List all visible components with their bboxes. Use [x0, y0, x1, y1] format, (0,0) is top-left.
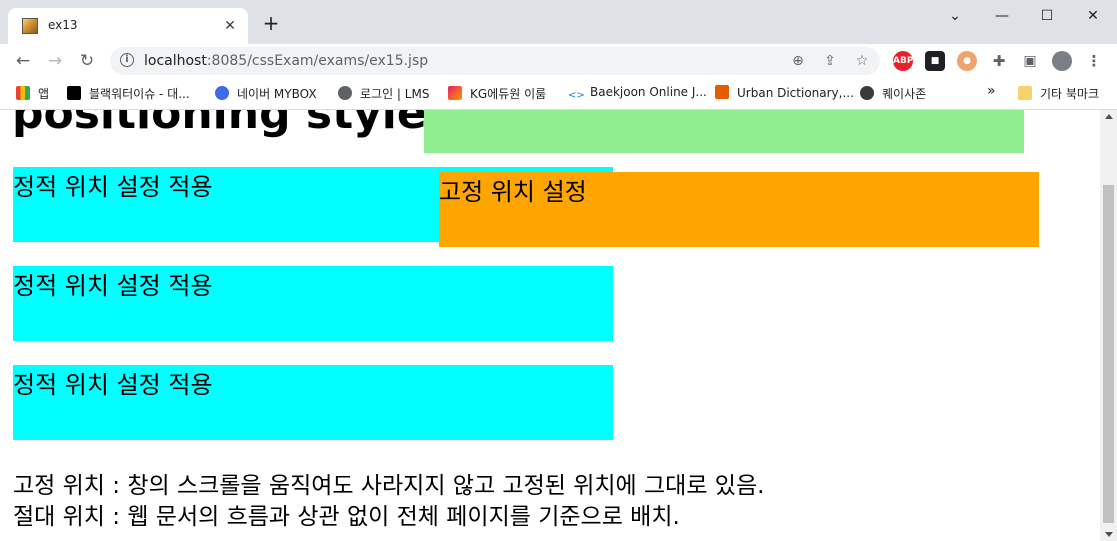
reload-icon[interactable]: ↻ — [76, 50, 98, 72]
apps-icon — [16, 86, 30, 100]
minimize-button[interactable]: — — [987, 6, 1017, 26]
close-window-button[interactable]: ✕ — [1078, 6, 1108, 26]
extensions-puzzle-icon[interactable]: ✚ — [989, 51, 1009, 71]
bookmarks-overflow-button[interactable]: » — [987, 83, 996, 101]
static-box-label: 정적 위치 설정 적용 — [13, 173, 213, 201]
mybox-icon — [215, 86, 229, 100]
address-bar[interactable]: i localhost:8085/cssExam/exams/ex15.jsp … — [110, 47, 880, 75]
tab-close-icon[interactable]: ✕ — [220, 16, 240, 36]
folder-icon — [1018, 86, 1032, 100]
site-info-icon[interactable]: i — [120, 53, 134, 67]
fixed-position-box: 고정 위치 설정 — [439, 172, 1039, 247]
extension-icon[interactable]: ■ — [925, 51, 945, 71]
bookmarks-bar: 앱 블랙워터이슈 - 대... 네이버 MYBOX 로그인 | LMS KG에듀… — [0, 78, 1117, 110]
side-panel-icon[interactable]: ▣ — [1020, 51, 1040, 71]
zoom-icon[interactable]: ⊕ — [788, 51, 808, 71]
bookmark-item[interactable]: Urban Dictionary,... — [715, 85, 854, 103]
bookmark-star-icon[interactable]: ☆ — [852, 51, 872, 71]
bookmark-item[interactable]: 블랙워터이슈 - 대... — [67, 85, 190, 103]
b-icon — [67, 86, 81, 100]
static-box-label: 정적 위치 설정 적용 — [13, 272, 213, 300]
other-bookmarks[interactable]: 기타 북마크 — [1018, 85, 1099, 103]
tab-search-icon[interactable]: ⌄ — [940, 6, 970, 26]
description-absolute: 절대 위치 : 웹 문서의 흐름과 상관 없이 전체 페이지를 기준으로 배치. — [13, 504, 680, 530]
code-icon: <> — [568, 90, 585, 101]
ud-icon — [715, 85, 729, 99]
url-text[interactable]: localhost:8085/cssExam/exams/ex15.jsp — [144, 53, 428, 69]
bookmark-item[interactable]: 퀘이사존 — [860, 85, 926, 103]
bookmark-item[interactable]: <> Baekjoon Online J... — [568, 85, 707, 103]
page-heading: positioning style2 — [12, 110, 458, 139]
kg-icon — [448, 86, 462, 100]
static-box: 정적 위치 설정 적용 — [13, 365, 613, 440]
browser-toolbar: ← → ↻ i localhost:8085/cssExam/exams/ex1… — [0, 44, 1117, 78]
globe-icon — [338, 86, 352, 100]
tab-title: ex13 — [48, 18, 78, 32]
bookmark-apps[interactable]: 앱 — [16, 85, 49, 103]
avatar[interactable] — [1052, 51, 1072, 71]
vertical-scrollbar[interactable] — [1100, 110, 1117, 541]
extension-2-icon[interactable]: ● — [957, 51, 977, 71]
bookmark-item[interactable]: 네이버 MYBOX — [215, 85, 317, 103]
share-icon[interactable]: ⇪ — [820, 51, 840, 71]
page-content: positioning style2 정적 위치 설정 적용 정적 위치 설정 … — [0, 110, 1100, 541]
back-icon[interactable]: ← — [12, 50, 34, 72]
maximize-button[interactable]: ☐ — [1032, 6, 1062, 26]
menu-icon[interactable]: ⋮ — [1084, 51, 1104, 71]
bookmark-item[interactable]: KG에듀원 이룸 — [448, 85, 546, 103]
quasar-icon — [860, 86, 874, 100]
browser-tab[interactable]: ex13 ✕ — [8, 8, 248, 44]
tab-strip: ex13 ✕ + ⌄ — ☐ ✕ — [0, 0, 1117, 44]
static-box: 정적 위치 설정 적용 — [13, 266, 613, 341]
forward-icon[interactable]: → — [44, 50, 66, 72]
absolute-position-box — [424, 110, 1024, 153]
scroll-down-icon[interactable] — [1105, 532, 1113, 537]
bookmark-item[interactable]: 로그인 | LMS — [338, 85, 429, 103]
tab-favicon-icon — [22, 18, 38, 34]
new-tab-button[interactable]: + — [262, 13, 280, 33]
adblock-extension-icon[interactable]: ABP — [893, 51, 913, 71]
scrollbar-thumb[interactable] — [1103, 185, 1114, 523]
static-box-label: 정적 위치 설정 적용 — [13, 371, 213, 399]
fixed-box-label: 고정 위치 설정 — [439, 178, 587, 206]
description-fixed: 고정 위치 : 창의 스크롤을 움직여도 사라지지 않고 고정된 위치에 그대로… — [13, 473, 765, 499]
scroll-up-icon[interactable] — [1105, 114, 1113, 119]
